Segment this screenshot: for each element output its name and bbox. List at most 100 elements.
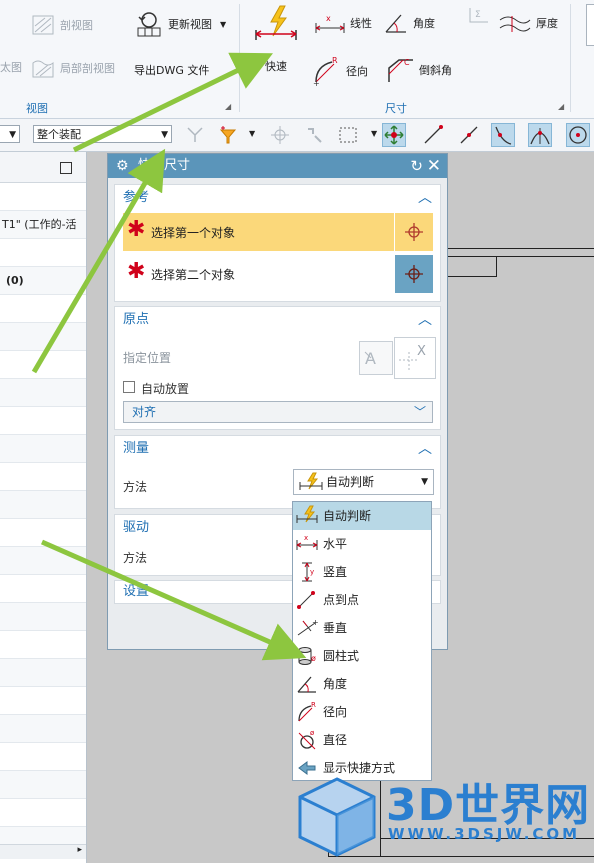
measurement-header[interactable]: 测量 ︿ <box>115 436 440 462</box>
navigator-row[interactable] <box>0 631 86 659</box>
rectangle-select-dropdown-icon[interactable]: ▼ <box>371 129 377 138</box>
method-option[interactable]: 点到点 <box>293 586 431 614</box>
method-option-label: 圆柱式 <box>323 649 360 663</box>
control-point-snap-icon[interactable] <box>491 123 515 147</box>
crosshair-icon[interactable] <box>394 213 433 251</box>
local-section-button[interactable]: 局部剖视图 <box>30 57 115 79</box>
text-placement-icon[interactable]: A <box>359 341 393 375</box>
rectangle-select-icon[interactable] <box>336 123 360 147</box>
vertical-dimension-icon: y <box>302 562 314 582</box>
radial-dimension-button[interactable]: R + 径向 <box>312 56 368 86</box>
scope-combo[interactable]: 整个装配 ▼ <box>33 125 172 143</box>
method-option-label: 垂直 <box>323 621 348 635</box>
crosshair-icon[interactable] <box>395 255 433 293</box>
maximize-icon[interactable] <box>60 162 72 174</box>
navigator-row[interactable] <box>0 715 86 743</box>
navigator-row[interactable]: T1" (工作的-活 <box>0 211 86 239</box>
scroll-right-icon[interactable]: ▸ <box>77 845 82 855</box>
snap-points-icon[interactable] <box>382 123 406 147</box>
type-filter-dropdown-icon[interactable]: ▼ <box>249 129 255 138</box>
navigator-row[interactable] <box>0 799 86 827</box>
filter-reset-icon[interactable] <box>183 123 207 147</box>
linear-dimension-button[interactable]: x 线性 <box>314 12 372 34</box>
origin-header[interactable]: 原点 ︿ <box>115 307 440 333</box>
second-object-label: 选择第二个对象 <box>151 268 236 282</box>
horizontal-scrollbar[interactable]: ▸ <box>0 844 86 859</box>
ribbon-separator <box>239 4 240 112</box>
navigator-row[interactable] <box>0 771 86 799</box>
navigator-row[interactable] <box>0 183 86 211</box>
svg-text:x: x <box>326 14 331 23</box>
method-option[interactable]: x 水平 <box>293 530 431 558</box>
svg-text:R: R <box>311 701 316 709</box>
navigator-row[interactable] <box>0 603 86 631</box>
navigator-row[interactable] <box>0 379 86 407</box>
midpoint-snap-icon[interactable] <box>457 123 481 147</box>
navigator-row[interactable] <box>0 519 86 547</box>
method-option[interactable]: y 竖直 <box>293 558 431 586</box>
section-view-button[interactable]: 剖视图 <box>30 14 93 36</box>
method-option[interactable]: ø 圆柱式 <box>293 642 431 670</box>
navigator-row[interactable] <box>0 491 86 519</box>
ordinate-button[interactable]: Σ <box>466 4 492 26</box>
angular-icon <box>297 676 316 693</box>
origin-header-label: 原点 <box>123 312 150 327</box>
first-object-selector[interactable]: ✱ 选择第一个对象 <box>123 213 433 251</box>
point-to-point-icon <box>297 591 315 609</box>
chamfer-dimension-button[interactable]: C 倒斜角 <box>385 56 452 84</box>
method-option[interactable]: 角度 <box>293 670 431 698</box>
driving-header-label: 驱动 <box>123 520 150 535</box>
navigator-row[interactable] <box>0 295 86 323</box>
navigator-row[interactable] <box>0 239 86 267</box>
navigator-row[interactable] <box>0 575 86 603</box>
arc-center-snap-icon[interactable] <box>566 123 590 147</box>
type-filter-icon[interactable] <box>216 123 240 147</box>
dimension-group-expand-icon[interactable]: ◢ <box>558 102 564 111</box>
navigator-row[interactable] <box>0 659 86 687</box>
reset-icon[interactable]: ↻ <box>410 154 423 178</box>
method-option[interactable]: + 垂直 <box>293 614 431 642</box>
thickness-dimension-button[interactable]: 厚度 <box>498 12 558 34</box>
method-option[interactable]: R 径向 <box>293 698 431 726</box>
measurement-method-dropdown[interactable]: 自动判断 ▼ <box>293 469 434 495</box>
method-option[interactable]: 自动判断 <box>293 502 431 530</box>
rapid-dimension-button[interactable]: 快速 <box>253 4 299 74</box>
navigator-row[interactable] <box>0 547 86 575</box>
method-option[interactable]: ø 直径 <box>293 726 431 754</box>
navigator-row[interactable]: (0) <box>0 267 86 295</box>
gear-icon[interactable]: ⚙ <box>116 154 129 178</box>
navigator-row[interactable] <box>0 463 86 491</box>
thickness-dimension-label: 厚度 <box>536 17 558 30</box>
angular-dimension-button[interactable]: 角度 <box>383 12 435 34</box>
chevron-up-icon[interactable]: ︿ <box>418 307 432 333</box>
align-dropdown[interactable]: 对齐 ﹀ <box>123 401 433 423</box>
navigator-row[interactable] <box>0 435 86 463</box>
auto-place-checkbox[interactable] <box>123 381 135 393</box>
chevron-up-icon[interactable]: ︿ <box>418 185 432 211</box>
chevron-up-icon[interactable]: ︿ <box>418 436 432 462</box>
part-navigator: T1" (工作的-活 (0) ▸ <box>0 152 87 863</box>
close-icon[interactable]: ✕ <box>427 154 441 178</box>
ribbon: 剖视图 太图 局部剖视图 更新视图 ▼ 导出DWG 文件 视图 ◢ 快速 x 线… <box>0 0 594 119</box>
export-dwg-button[interactable]: 导出DWG 文件 <box>134 62 209 78</box>
intersection-snap-icon[interactable] <box>528 123 552 147</box>
navigator-row[interactable] <box>0 407 86 435</box>
navigator-row[interactable] <box>0 743 86 771</box>
endpoint-snap-icon[interactable] <box>421 123 445 147</box>
point-dialog-icon[interactable]: X <box>394 337 436 379</box>
update-views-button[interactable]: 更新视图 ▼ <box>134 10 226 38</box>
navigator-row[interactable] <box>0 323 86 351</box>
second-object-selector[interactable]: ✱ 选择第二个对象 <box>123 255 433 293</box>
break-view-button[interactable]: 太图 <box>0 59 22 75</box>
filter-type-combo[interactable]: ▼ <box>0 125 20 143</box>
measurement-method-value: 自动判断 <box>326 475 375 489</box>
drawing-frame-line <box>448 248 594 249</box>
navigator-row[interactable] <box>0 687 86 715</box>
references-header[interactable]: 参考 ︿ <box>115 185 440 211</box>
snap-point-icon[interactable] <box>268 123 292 147</box>
view-group-expand-icon[interactable]: ◢ <box>225 102 231 111</box>
navigator-row[interactable] <box>0 351 86 379</box>
dialog-title-bar[interactable]: ⚙ 快速尺寸 ↻ ✕ <box>108 154 447 178</box>
update-views-dropdown-icon[interactable]: ▼ <box>220 20 226 29</box>
select-feature-icon[interactable] <box>302 123 326 147</box>
